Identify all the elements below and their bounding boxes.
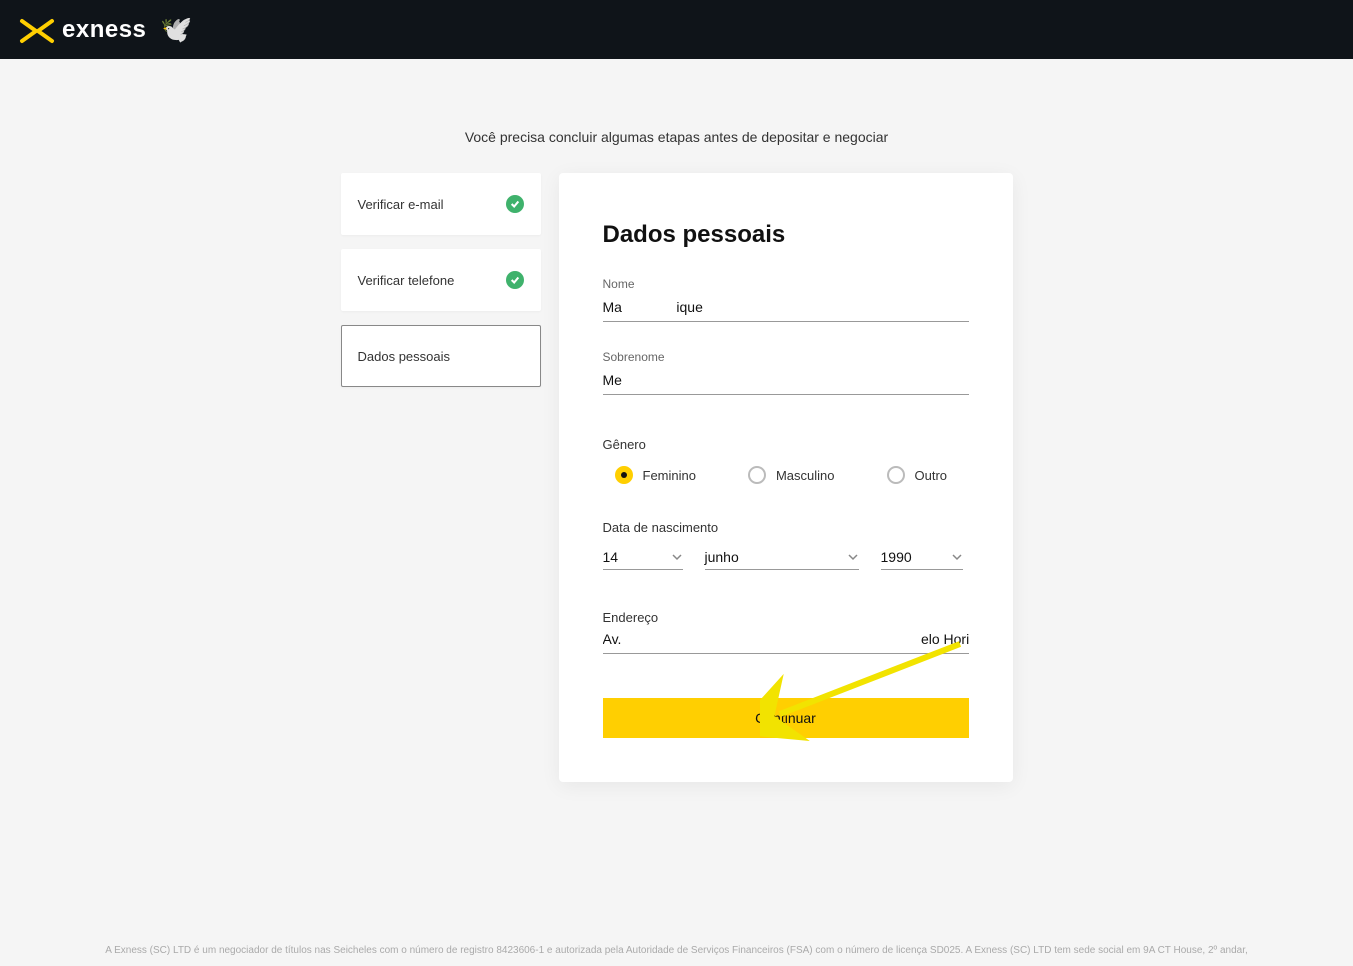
name-input[interactable] [603, 295, 969, 322]
gender-radio-female[interactable]: Feminino [615, 466, 696, 484]
check-circle-icon [506, 271, 524, 289]
dove-icon: 🕊️ [160, 14, 192, 45]
surname-input[interactable] [603, 368, 969, 395]
step-verify-email[interactable]: Verificar e-mail [341, 173, 541, 235]
radio-label: Masculino [776, 468, 835, 483]
gender-radio-other[interactable]: Outro [887, 466, 948, 484]
dob-day-select[interactable]: 14 [603, 549, 683, 570]
step-label: Verificar e-mail [358, 197, 444, 212]
steps-sidebar: Verificar e-mail Verificar telefone Dado… [341, 173, 541, 387]
address-label: Endereço [603, 610, 969, 625]
dob-month-select[interactable]: junho [705, 549, 859, 570]
dob-label: Data de nascimento [603, 520, 969, 535]
content-area: Verificar e-mail Verificar telefone Dado… [0, 173, 1353, 782]
step-label: Verificar telefone [358, 273, 455, 288]
brand-logo[interactable]: exness 🕊️ [18, 11, 193, 49]
continue-button[interactable]: Continuar [603, 698, 969, 738]
chevron-down-icon [951, 551, 963, 563]
radio-label: Outro [915, 468, 948, 483]
brand-name: exness [62, 16, 146, 44]
radio-label: Feminino [643, 468, 696, 483]
step-verify-phone[interactable]: Verificar telefone [341, 249, 541, 311]
gender-radio-group: Feminino Masculino Outro [603, 466, 969, 484]
chevron-down-icon [671, 551, 683, 563]
check-circle-icon [506, 195, 524, 213]
step-personal-data[interactable]: Dados pessoais [341, 325, 541, 387]
personal-data-card: Dados pessoais Nome Sobrenome Gênero Fem… [559, 173, 1013, 782]
name-field-group: Nome [603, 277, 969, 322]
chevron-down-icon [847, 551, 859, 563]
radio-unselected-icon [887, 466, 905, 484]
name-label: Nome [603, 277, 969, 291]
dob-year-select[interactable]: 1990 [881, 549, 963, 570]
dob-month-value: junho [705, 549, 739, 565]
dob-day-value: 14 [603, 549, 619, 565]
gender-radio-male[interactable]: Masculino [748, 466, 835, 484]
surname-field-group: Sobrenome [603, 350, 969, 395]
surname-label: Sobrenome [603, 350, 969, 364]
card-title: Dados pessoais [603, 221, 969, 249]
radio-unselected-icon [748, 466, 766, 484]
dob-row: 14 junho 1990 [603, 549, 969, 570]
footer-disclaimer: A Exness (SC) LTD é um negociador de tít… [0, 945, 1353, 956]
gender-label: Gênero [603, 437, 969, 452]
app-header: exness 🕊️ [0, 0, 1353, 59]
address-input[interactable] [603, 627, 969, 654]
dob-year-value: 1990 [881, 549, 912, 565]
step-label: Dados pessoais [358, 349, 451, 364]
radio-selected-icon [615, 466, 633, 484]
intro-text: Você precisa concluir algumas etapas ant… [0, 129, 1353, 145]
exness-mark-icon [18, 11, 56, 49]
